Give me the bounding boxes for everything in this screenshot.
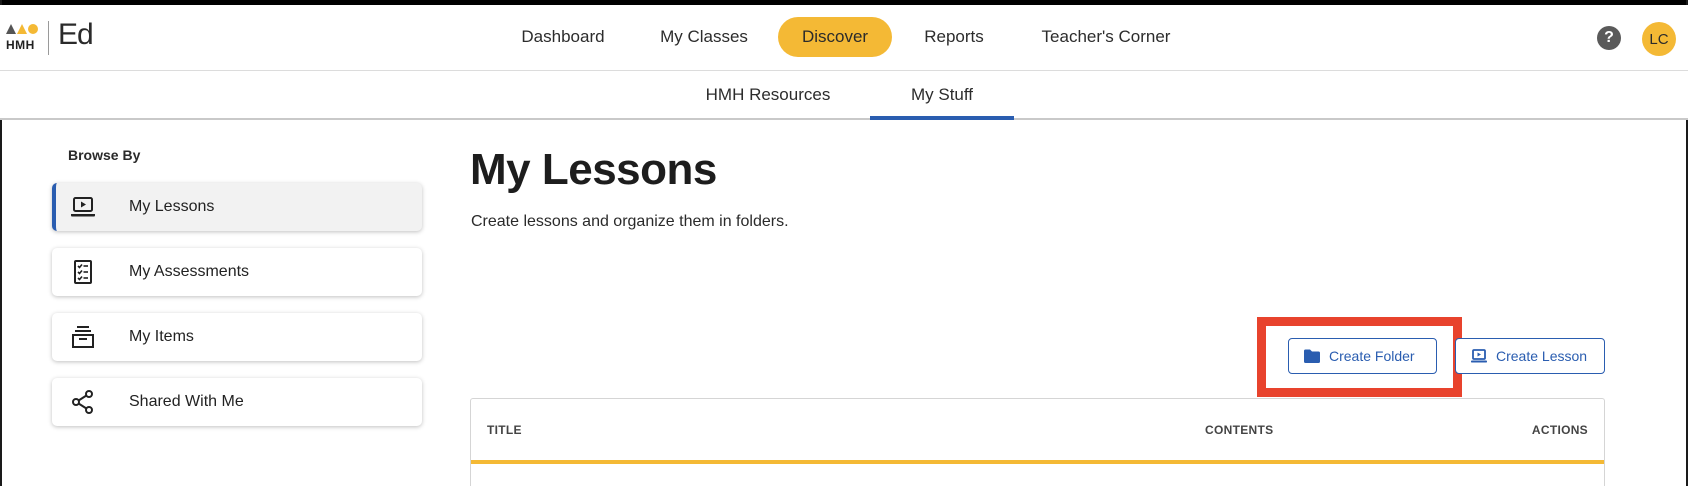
- sidebar-item-label: My Assessments: [129, 263, 250, 280]
- column-header-actions: ACTIONS: [1531, 423, 1588, 437]
- nav-my-classes[interactable]: My Classes: [651, 17, 757, 57]
- folder-icon: [1304, 349, 1320, 363]
- sidebar-heading: Browse By: [68, 147, 141, 163]
- column-header-contents[interactable]: CONTENTS: [1205, 423, 1273, 437]
- sidebar-item-label: My Items: [129, 328, 194, 345]
- tab-hmh-resources[interactable]: HMH Resources: [700, 71, 836, 118]
- laptop-play-icon: [71, 197, 95, 217]
- create-lesson-label: Create Lesson: [1496, 348, 1588, 364]
- column-header-title[interactable]: TITLE: [487, 423, 522, 437]
- laptop-icon: [1471, 349, 1487, 363]
- sidebar-item-my-items[interactable]: My Items: [52, 313, 422, 361]
- tab-my-stuff[interactable]: My Stuff: [870, 71, 1014, 120]
- create-folder-label: Create Folder: [1329, 348, 1415, 364]
- nav-dashboard[interactable]: Dashboard: [505, 17, 621, 57]
- nav-reports[interactable]: Reports: [916, 17, 992, 57]
- sidebar-item-my-assessments[interactable]: My Assessments: [52, 248, 422, 296]
- sidebar-item-label: Shared With Me: [129, 393, 244, 410]
- checklist-icon: [74, 260, 92, 284]
- sidebar-item-my-lessons[interactable]: My Lessons: [52, 183, 422, 231]
- nav-teachers-corner[interactable]: Teacher's Corner: [1031, 17, 1181, 57]
- sub-navigation: HMH Resources My Stuff: [0, 71, 1688, 120]
- sidebar-item-label: My Lessons: [129, 198, 215, 215]
- brand-name: Ed: [58, 18, 94, 51]
- archive-box-icon: [72, 326, 94, 348]
- share-icon: [72, 390, 93, 414]
- page-subtitle: Create lessons and organize them in fold…: [471, 213, 789, 230]
- top-header: HMH Ed Dashboard My Classes Discover Rep…: [0, 5, 1688, 71]
- hmh-logo[interactable]: HMH: [6, 21, 42, 55]
- lessons-table: TITLE CONTENTS ACTIONS: [470, 398, 1605, 486]
- nav-discover[interactable]: Discover: [778, 17, 892, 57]
- sidebar-item-shared-with-me[interactable]: Shared With Me: [52, 378, 422, 426]
- page-title: My Lessons: [470, 145, 717, 194]
- help-icon[interactable]: ?: [1597, 26, 1621, 50]
- logo-shapes-icon: [6, 24, 38, 34]
- user-avatar[interactable]: LC: [1642, 22, 1676, 56]
- create-lesson-button[interactable]: Create Lesson: [1455, 338, 1605, 374]
- create-folder-button[interactable]: Create Folder: [1288, 338, 1437, 374]
- table-header-divider: [471, 460, 1604, 464]
- logo-text: HMH: [6, 38, 35, 52]
- logo-divider: [48, 21, 49, 55]
